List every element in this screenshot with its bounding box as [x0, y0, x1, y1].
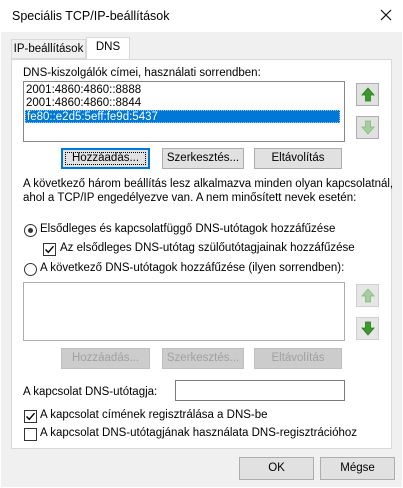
parent-suffix-checkbox[interactable]: [43, 243, 56, 256]
arrow-down-icon: [360, 321, 375, 336]
checkmark-icon: [26, 412, 36, 421]
window-title: Speciális TCP/IP-beállítások: [12, 9, 170, 23]
listed-suffix-radio[interactable]: [24, 263, 37, 276]
connection-suffix-label: A kapcsolat DNS-utótagja:: [23, 386, 158, 398]
arrow-up-icon: [360, 87, 375, 102]
cancel-button[interactable]: Mégse: [320, 457, 395, 480]
tab-label: DNS: [95, 41, 121, 53]
checkmark-icon: [45, 245, 55, 254]
suffix-move-up-button[interactable]: [356, 284, 379, 307]
primary-suffix-radio[interactable]: [24, 224, 37, 237]
list-item[interactable]: 2001:4860:4860::8888: [26, 84, 141, 97]
ok-button[interactable]: OK: [239, 457, 314, 480]
primary-suffix-label: Elsődleges és kapcsolatfüggő DNS-utótago…: [40, 223, 336, 235]
register-address-label: A kapcsolat címének regisztrálása a DNS-…: [40, 409, 268, 421]
list-item[interactable]: 2001:4860:4860::8844: [26, 97, 141, 110]
edit-dns-server-button[interactable]: Szerkesztés...: [162, 148, 244, 169]
tab-dns[interactable]: DNS: [86, 37, 130, 59]
use-suffix-registration-label: A kapcsolat DNS-utótagjának használata D…: [40, 427, 358, 439]
register-address-checkbox[interactable]: [24, 410, 37, 423]
suffix-move-down-button[interactable]: [356, 317, 379, 340]
description-line-2: ahol a TCP/IP engedélyezve van. A nem mi…: [23, 192, 357, 204]
add-suffix-button[interactable]: Hozzáadás...: [61, 348, 150, 369]
list-item-selected[interactable]: fe80::e2d5:5eff:fe9d:5437: [25, 110, 340, 123]
arrow-down-icon: [360, 120, 375, 135]
edit-suffix-button[interactable]: Szerkesztés...: [162, 348, 244, 369]
dns-servers-list[interactable]: 2001:4860:4860::8888 2001:4860:4860::884…: [23, 81, 345, 142]
listed-suffix-label: A következő DNS-utótagok hozzáfűzése (il…: [40, 262, 345, 274]
close-button[interactable]: [376, 4, 396, 26]
close-icon: [380, 9, 392, 21]
dns-servers-label: DNS-kiszolgálók címei, használati sorren…: [23, 67, 261, 79]
add-dns-server-button[interactable]: Hozzáadás...: [61, 148, 150, 169]
tab-label: IP-beállítások: [13, 43, 84, 55]
parent-suffix-label: Az elsődleges DNS-utótag szülőutótagjain…: [60, 242, 355, 254]
remove-dns-server-button[interactable]: Eltávolítás: [254, 148, 342, 169]
move-up-button[interactable]: [356, 83, 379, 106]
dns-suffix-list[interactable]: [23, 282, 345, 341]
tab-ip-settings[interactable]: IP-beállítások: [11, 39, 86, 59]
description-line-1: A következő három beállítás lesz alkalma…: [23, 178, 394, 190]
arrow-up-icon: [360, 288, 375, 303]
move-down-button[interactable]: [356, 116, 379, 139]
use-suffix-registration-checkbox[interactable]: [24, 428, 37, 441]
remove-suffix-button[interactable]: Eltávolítás: [254, 348, 342, 369]
connection-suffix-input[interactable]: [175, 380, 345, 401]
